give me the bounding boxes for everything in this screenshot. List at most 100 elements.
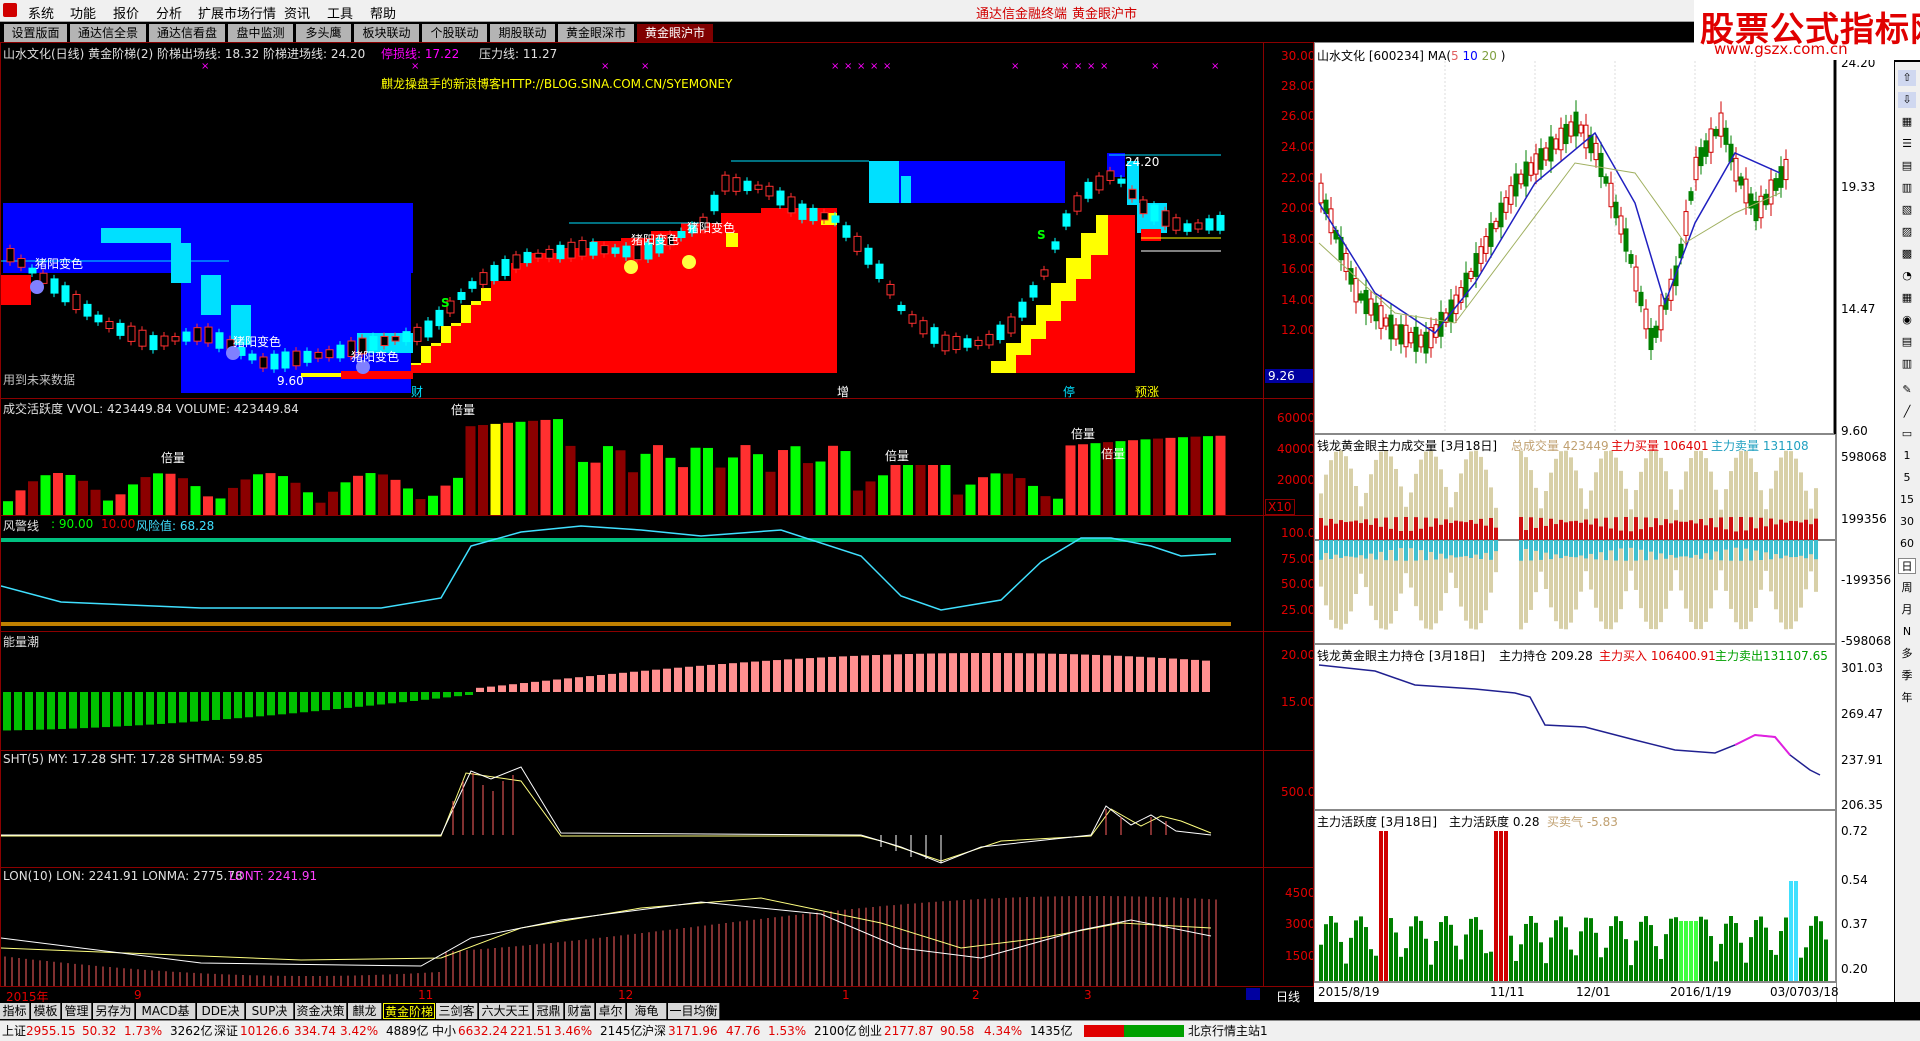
tab-stock-link[interactable]: 个股联动 xyxy=(422,24,488,42)
toolbar-period-15[interactable]: 15 xyxy=(1898,492,1916,508)
tab-three-swords[interactable]: 三剑客 xyxy=(436,1003,478,1019)
axis-tick: 28.00 xyxy=(1281,79,1314,93)
menu-system[interactable]: 系统 xyxy=(28,3,54,22)
tab-fund[interactable]: 资金决策 xyxy=(295,1003,347,1019)
lon-pane[interactable]: LON(10) LON: 2241.91 LONMA: 2775.78 LONT… xyxy=(0,867,1314,987)
tab-guanding[interactable]: 冠鼎 xyxy=(534,1003,564,1019)
server-station[interactable]: 北京行情主站1 xyxy=(1188,1021,1268,1041)
toolbar-period-multi[interactable]: 多 xyxy=(1898,646,1916,662)
index-sh-name[interactable]: 上证 xyxy=(2,1021,26,1041)
tab-six-kings[interactable]: 六大天王 xyxy=(479,1003,533,1019)
toolbar-grid-icon[interactable]: ▦ xyxy=(1898,114,1916,130)
tab-wealth[interactable]: 财富 xyxy=(565,1003,595,1019)
tab-futures-link[interactable]: 期股联动 xyxy=(490,24,556,42)
tab-template[interactable]: 模板 xyxy=(31,1003,61,1019)
toolbar-rect-icon[interactable]: ▭ xyxy=(1898,426,1916,442)
index-cy-name[interactable]: 创业 xyxy=(858,1021,882,1041)
toolbar-period-5[interactable]: 5 xyxy=(1898,470,1916,486)
tab-sector-link[interactable]: 板块联动 xyxy=(354,24,420,42)
toolbar-down-icon[interactable]: ⇩ xyxy=(1898,92,1916,108)
toolbar-draw-icon[interactable]: ✎ xyxy=(1898,382,1916,398)
toolbar-period-1[interactable]: 1 xyxy=(1898,448,1916,464)
volume-bar xyxy=(878,475,888,515)
volume-pane[interactable]: 成交活跃度 VVOL: 423449.84 VOLUME: 423449.84 … xyxy=(0,398,1314,516)
tab-monitor[interactable]: 盘中监测 xyxy=(228,24,294,42)
buy-bar xyxy=(1809,524,1813,540)
tab-save-as[interactable]: 另存为 xyxy=(93,1003,135,1019)
tab-sup[interactable]: SUP决策 xyxy=(246,1003,294,1034)
toolbar-bar-icon[interactable]: ▥ xyxy=(1898,180,1916,196)
menu-info[interactable]: 资讯 xyxy=(284,3,310,22)
tab-golden-eye-sz[interactable]: 黄金眼深市 xyxy=(558,24,635,42)
toolbar-period-n[interactable]: N xyxy=(1898,624,1916,640)
toolbar-period-week[interactable]: 周 xyxy=(1898,580,1916,596)
toolbar-k-icon[interactable]: ▤ xyxy=(1898,334,1916,350)
tab-qilong[interactable]: 麒龙 xyxy=(348,1003,382,1019)
sell-bar xyxy=(1409,540,1413,549)
menu-help[interactable]: 帮助 xyxy=(370,3,396,22)
toolbar-period-year[interactable]: 年 xyxy=(1898,690,1916,706)
date-tick: 2016/1/19 xyxy=(1670,985,1732,999)
toolbar-period-30[interactable]: 30 xyxy=(1898,514,1916,530)
right-kline-pane[interactable]: 山水文化 [600234] MA(5 10 20 ) xyxy=(1314,42,1834,434)
energy-bar xyxy=(1048,653,1056,692)
tab-golden-ladder[interactable]: 黄金阶梯 xyxy=(383,1003,435,1019)
toolbar-period-season[interactable]: 季 xyxy=(1898,668,1916,684)
candle-body xyxy=(182,331,191,342)
toolbar-pie-icon[interactable]: ◔ xyxy=(1898,268,1916,284)
tab-ichimoku[interactable]: 一目均衡 xyxy=(668,1003,720,1019)
tab-layout-settings[interactable]: 设置版面 xyxy=(4,24,68,42)
index-hs-name[interactable]: 沪深 xyxy=(642,1021,666,1041)
risk-pane[interactable]: 风警线 : 90.00 10.00 风险值: 68.28 100.0 75.00… xyxy=(0,515,1314,632)
menu-ext-market[interactable]: 扩展市场行情 xyxy=(198,3,276,22)
toolbar-chart-icon[interactable]: ▤ xyxy=(1898,158,1916,174)
toolbar-table-icon[interactable]: ▧ xyxy=(1898,202,1916,218)
tab-manage[interactable]: 管理 xyxy=(62,1003,92,1019)
main-kline-pane[interactable]: × × × × × × × × × × × × × × × × S S 山水文化(日线) 黄金阶梯(2) 阶梯出… xyxy=(0,42,1314,399)
menu-analysis[interactable]: 分析 xyxy=(156,3,182,22)
menu-quote[interactable]: 报价 xyxy=(113,3,139,22)
energy-bar xyxy=(91,692,99,728)
tab-dde[interactable]: DDE决策 xyxy=(197,1003,245,1034)
toolbar-up-icon[interactable]: ⇧ xyxy=(1898,70,1916,86)
menu-tools[interactable]: 工具 xyxy=(327,3,353,22)
menu-function[interactable]: 功能 xyxy=(70,3,96,22)
tab-golden-eye-sh[interactable]: 黄金眼沪市 xyxy=(637,24,714,42)
toolbar-period-month[interactable]: 月 xyxy=(1898,602,1916,618)
index-sz-name[interactable]: 深证 xyxy=(214,1021,238,1041)
activity-bar xyxy=(1679,921,1683,981)
tab-zhuoer[interactable]: 卓尔 xyxy=(596,1003,626,1019)
toolbar-period-60[interactable]: 60 xyxy=(1898,536,1916,552)
axis-tick: 598068 xyxy=(1841,450,1887,464)
main-force-volume-pane[interactable]: 钱龙黄金眼主力成交量 [3月18日] 总成交量 423449 主力买量 1064… xyxy=(1314,434,1836,644)
activity-bar xyxy=(1399,956,1403,981)
candle-body xyxy=(149,335,158,351)
tab-bull-eagle[interactable]: 多头鹰 xyxy=(296,24,352,42)
toolbar-doc-icon[interactable]: ▨ xyxy=(1898,224,1916,240)
tab-turtle[interactable]: 海龟 xyxy=(627,1003,667,1019)
buy-bar xyxy=(1629,531,1633,540)
toolbar-period-day[interactable]: 日 xyxy=(1898,558,1916,574)
energy-bar xyxy=(69,692,77,729)
tab-panorama[interactable]: 通达信全景 xyxy=(70,24,147,42)
axis-tick: 12.00 xyxy=(1281,323,1314,337)
main-force-position-pane[interactable]: 钱龙黄金眼主力持仓 [3月18日] 主力持仓 209.28 主力买入 10640… xyxy=(1314,644,1836,810)
candle-body xyxy=(1488,223,1494,247)
main-force-activity-pane[interactable]: 主力活跃度 [3月18日] 主力活跃度 0.28 买卖气 -5.83 xyxy=(1314,810,1836,982)
tab-indicator[interactable]: 指标 xyxy=(0,1003,30,1019)
scroll-left-button[interactable] xyxy=(1246,988,1260,1000)
toolbar-search-icon[interactable]: ◉ xyxy=(1898,312,1916,328)
toolbar-trend-icon[interactable]: ▦ xyxy=(1898,290,1916,306)
sht-pane[interactable]: SHT(5) MY: 17.28 SHT: 17.28 SHTMA: 59.85… xyxy=(0,750,1314,868)
toolbar-f10-icon[interactable]: ▥ xyxy=(1898,356,1916,372)
energy-pane[interactable]: 能量潮 20.00 15.00 xyxy=(0,631,1314,751)
candle-body xyxy=(336,344,345,359)
toolbar-info-icon[interactable]: ▩ xyxy=(1898,246,1916,262)
index-zx-name[interactable]: 中小 xyxy=(432,1021,456,1041)
toolbar-list-icon[interactable]: ☰ xyxy=(1898,136,1916,152)
tab-macd[interactable]: MACD基本 xyxy=(136,1003,196,1034)
buy-bar xyxy=(1739,517,1743,540)
toolbar-line-icon[interactable]: ╱ xyxy=(1898,404,1916,420)
activity-bar xyxy=(1544,963,1548,981)
tab-watch[interactable]: 通达信看盘 xyxy=(149,24,226,42)
